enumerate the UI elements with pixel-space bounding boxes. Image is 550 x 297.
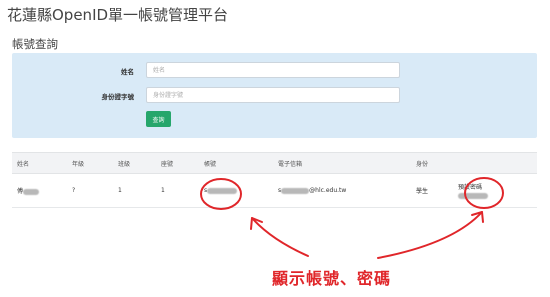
search-form: 姓名 身份證字號 查詢 bbox=[12, 53, 537, 138]
column-header-name: 姓名 bbox=[12, 152, 67, 174]
cell-role: 學生 bbox=[411, 173, 453, 208]
email-domain: @hlc.edu.tw bbox=[309, 187, 347, 194]
column-header-class: 班級 bbox=[113, 152, 156, 174]
arrow-to-password bbox=[377, 211, 483, 259]
results-table: 姓名 年級 班級 座號 帳號 電子信箱 身份 傅 ? 1 1 s s @hlc.e… bbox=[12, 152, 537, 208]
cell-class: 1 bbox=[113, 173, 156, 208]
id-number-input[interactable] bbox=[146, 87, 400, 103]
name-input[interactable] bbox=[146, 62, 400, 78]
table-header-row: 姓名 年級 班級 座號 帳號 電子信箱 身份 bbox=[12, 152, 537, 174]
column-header-role: 身份 bbox=[411, 152, 453, 174]
redacted-name bbox=[23, 188, 40, 195]
cell-account: s bbox=[199, 173, 273, 208]
redacted-email bbox=[281, 187, 310, 194]
column-header-action bbox=[453, 152, 537, 174]
password-label: 預設密碼 bbox=[458, 184, 483, 191]
arrow-to-account bbox=[251, 217, 309, 257]
annotation-overlay bbox=[200, 177, 504, 259]
id-number-label: 身份證字號 bbox=[101, 93, 135, 101]
cell-grade: ? bbox=[67, 173, 113, 208]
annotation-callout-text: 顯示帳號、密碼 bbox=[272, 269, 392, 288]
table-row: 傅 ? 1 1 s s @hlc.edu.tw 學生 預設密碼 bbox=[12, 173, 537, 208]
cell-password: 預設密碼 bbox=[453, 173, 537, 208]
arrow-to-password-head bbox=[471, 211, 484, 223]
cell-seat: 1 bbox=[156, 173, 199, 208]
cell-name: 傅 bbox=[12, 173, 67, 208]
section-title: 帳號查詢 bbox=[12, 37, 58, 51]
column-header-email: 電子信箱 bbox=[273, 152, 411, 174]
page-title: 花蓮縣OpenID單一帳號管理平台 bbox=[7, 6, 229, 24]
column-header-account: 帳號 bbox=[199, 152, 273, 174]
column-header-grade: 年級 bbox=[67, 152, 113, 174]
column-header-seat: 座號 bbox=[156, 152, 199, 174]
redacted-account bbox=[207, 187, 238, 194]
arrow-to-account-head bbox=[250, 217, 263, 230]
redacted-password bbox=[458, 193, 488, 199]
search-button[interactable]: 查詢 bbox=[146, 111, 171, 127]
cell-email: s @hlc.edu.tw bbox=[273, 173, 411, 208]
name-label: 姓名 bbox=[121, 68, 134, 76]
